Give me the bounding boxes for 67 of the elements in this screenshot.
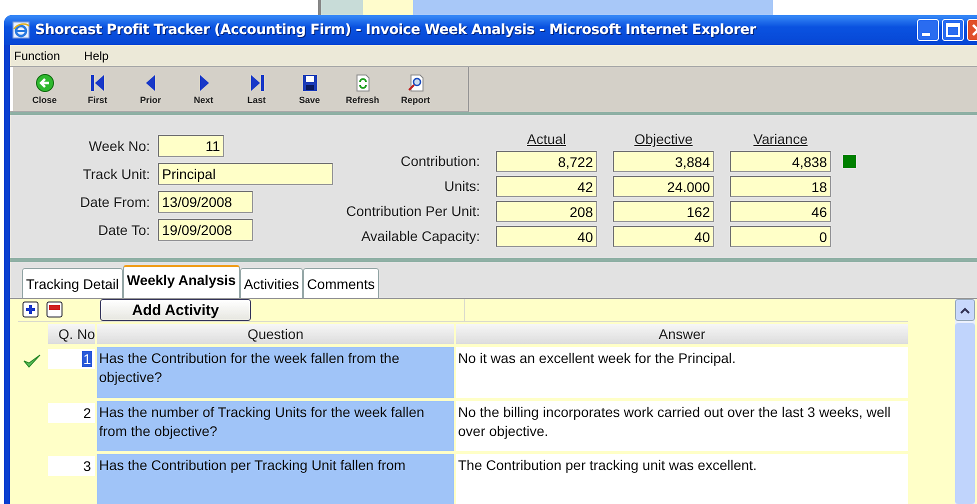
question-cell: Has the number of Tracking Units for the week fallen from the objective?	[97, 400, 454, 451]
metric-label: Contribution Per Unit:	[345, 202, 480, 221]
column-header[interactable]: Answer	[456, 324, 908, 344]
metric-label: Units:	[443, 177, 480, 196]
toolbar-button[interactable]: First	[71, 67, 124, 111]
tab[interactable]: Tracking Detail	[22, 268, 123, 298]
add-row-icon[interactable]	[22, 301, 40, 320]
tab[interactable]: Activities	[240, 268, 304, 298]
column-header[interactable]: Question	[97, 324, 454, 344]
field-label: Week No:	[88, 137, 150, 156]
question-cell: Has the Contribution for the week fallen from the objective?	[97, 347, 454, 398]
input-field[interactable]: Principal	[158, 163, 333, 185]
tab[interactable]: Weekly Analysis	[122, 265, 240, 298]
scroll-up-button[interactable]	[955, 299, 975, 321]
toolbar-button[interactable]: Report	[389, 67, 442, 111]
minimize-icon	[922, 32, 930, 36]
value-field: 162	[613, 201, 714, 222]
toolbar-button[interactable]: Refresh	[336, 67, 389, 111]
question-number: 2	[82, 404, 92, 421]
metric-label: Available Capacity:	[360, 227, 480, 246]
toolbar-button[interactable]: Close	[18, 67, 71, 111]
checkmark-icon	[22, 353, 42, 370]
column-heading: Actual	[526, 131, 567, 147]
input-field[interactable]: 13/09/2008	[158, 191, 253, 213]
value-field: 42	[496, 176, 597, 197]
input-field[interactable]: 11	[158, 135, 224, 157]
field-label: Track Unit:	[82, 165, 150, 184]
value-field: 18	[730, 176, 831, 197]
toolbar-button[interactable]: Save	[283, 67, 336, 111]
maximize-button[interactable]	[942, 19, 964, 41]
question-number: 1	[82, 351, 92, 368]
value-field: 24.000	[613, 176, 714, 197]
question-cell: Has the Contribution per Tracking Unit fallen from	[97, 454, 454, 504]
value-field: 208	[496, 201, 597, 222]
input-field[interactable]: 19/09/2008	[158, 219, 253, 241]
toolbar-button[interactable]: Prior	[124, 67, 177, 111]
column-heading: Variance	[752, 131, 809, 147]
answer-cell: No the billing incorporates work carried out over the last 3 weeks, well over objective.	[456, 400, 908, 451]
value-field: 8,722	[496, 151, 597, 172]
tab[interactable]: Comments	[303, 268, 379, 298]
minimize-button[interactable]	[917, 19, 939, 41]
browser-icon	[12, 21, 30, 39]
value-field: 40	[613, 226, 714, 247]
answer-cell: The Contribution per tracking unit was excellent.	[456, 454, 908, 504]
answer-cell: No it was an excellent week for the Principal.	[456, 347, 908, 398]
report-icon	[406, 73, 426, 93]
add-activity-button[interactable]: Add Activity	[100, 299, 251, 322]
value-field: 4,838	[730, 151, 831, 172]
delete-row-icon[interactable]	[46, 301, 64, 320]
maximize-icon	[943, 20, 963, 40]
field-label: Date To:	[97, 221, 150, 240]
value-field: 46	[730, 201, 831, 222]
menu-item[interactable]: Function	[14, 48, 60, 62]
value-field: 40	[496, 226, 597, 247]
column-header[interactable]: Q. No	[48, 324, 95, 344]
caret-icon	[959, 306, 971, 314]
column-heading: Objective	[633, 131, 694, 147]
value-field: 0	[730, 226, 831, 247]
value-field: 3,884	[613, 151, 714, 172]
scrollbar[interactable]	[955, 299, 975, 504]
toolbar-button[interactable]: Next	[177, 67, 230, 111]
metric-label: Contribution:	[400, 152, 480, 171]
toolbar-button[interactable]: Last	[230, 67, 283, 111]
field-label: Date From:	[78, 193, 150, 212]
question-number: 3	[82, 458, 92, 474]
window-title: Shorcast Profit Tracker (Accounting Firm) - Invoice Week Analysis - Microsoft Internet Explorer	[35, 22, 756, 38]
menu-item[interactable]: Help	[84, 48, 109, 62]
